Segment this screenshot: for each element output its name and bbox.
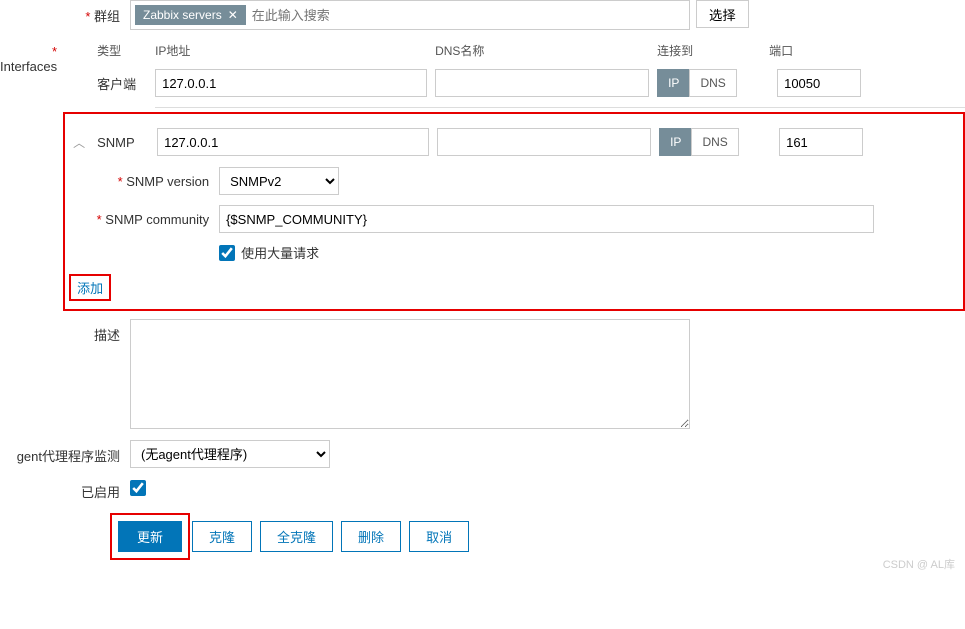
snmp-type: SNMP <box>97 135 157 150</box>
agent-type: 客户端 <box>95 74 155 93</box>
bulk-checkbox[interactable] <box>219 245 235 261</box>
clone-button[interactable]: 克隆 <box>192 521 252 552</box>
close-icon[interactable]: ✕ <box>228 8 238 22</box>
group-tag[interactable]: Zabbix servers ✕ <box>135 5 246 25</box>
snmp-conn-dns[interactable]: DNS <box>691 128 738 156</box>
header-connect: 连接到 <box>657 42 769 59</box>
delete-button[interactable]: 删除 <box>341 521 401 552</box>
header-dns: DNS名称 <box>435 42 657 59</box>
chevron-up-icon[interactable]: ︿ <box>69 134 89 151</box>
snmp-conn-ip[interactable]: IP <box>659 128 691 156</box>
groups-tag-input[interactable]: Zabbix servers ✕ <box>130 0 690 30</box>
full-clone-button[interactable]: 全克隆 <box>260 521 333 552</box>
agent-ip-input[interactable] <box>155 69 427 97</box>
agent-interface-row: 客户端 IP DNS <box>67 63 965 103</box>
agent-dns-input[interactable] <box>435 69 649 97</box>
snmp-ip-input[interactable] <box>157 128 429 156</box>
snmp-highlight-box: ︿ SNMP IP DNS SNMP version SNMPv2 <box>63 112 965 311</box>
groups-label: 群组 <box>0 0 130 25</box>
add-interface-link[interactable]: 添加 <box>69 274 111 301</box>
cancel-button[interactable]: 取消 <box>409 521 469 552</box>
snmp-port-input[interactable] <box>779 128 863 156</box>
snmp-community-label: SNMP community <box>69 212 219 227</box>
select-groups-button[interactable]: 选择 <box>696 0 749 28</box>
snmp-version-select[interactable]: SNMPv2 <box>219 167 339 195</box>
snmp-connect-toggle[interactable]: IP DNS <box>659 128 771 156</box>
snmp-interface-row: ︿ SNMP IP DNS <box>69 122 959 162</box>
enabled-label: 已启用 <box>0 476 130 501</box>
header-ip: IP地址 <box>155 42 435 59</box>
snmp-version-label: SNMP version <box>69 174 219 189</box>
divider <box>155 107 965 108</box>
description-label: 描述 <box>0 319 130 344</box>
group-search-input[interactable] <box>248 4 687 27</box>
update-button[interactable]: 更新 <box>118 521 182 552</box>
enabled-checkbox[interactable] <box>130 480 146 496</box>
proxy-label: gent代理程序监测 <box>0 440 130 465</box>
watermark: CSDN @ AL库 <box>883 556 955 572</box>
interface-header: 类型 IP地址 DNS名称 连接到 端口 <box>67 38 965 63</box>
tag-text: Zabbix servers <box>143 8 222 22</box>
snmp-community-input[interactable] <box>219 205 874 233</box>
proxy-select[interactable]: (无agent代理程序) <box>130 440 330 468</box>
agent-port-input[interactable] <box>777 69 861 97</box>
agent-conn-dns[interactable]: DNS <box>689 69 736 97</box>
interfaces-label: Interfaces <box>0 38 67 74</box>
agent-connect-toggle[interactable]: IP DNS <box>657 69 769 97</box>
update-highlight-box: 更新 <box>110 513 190 560</box>
description-textarea[interactable] <box>130 319 690 429</box>
snmp-dns-input[interactable] <box>437 128 651 156</box>
agent-conn-ip[interactable]: IP <box>657 69 689 97</box>
header-port: 端口 <box>769 42 859 59</box>
bulk-label: 使用大量请求 <box>241 243 319 262</box>
header-type: 类型 <box>95 42 155 59</box>
